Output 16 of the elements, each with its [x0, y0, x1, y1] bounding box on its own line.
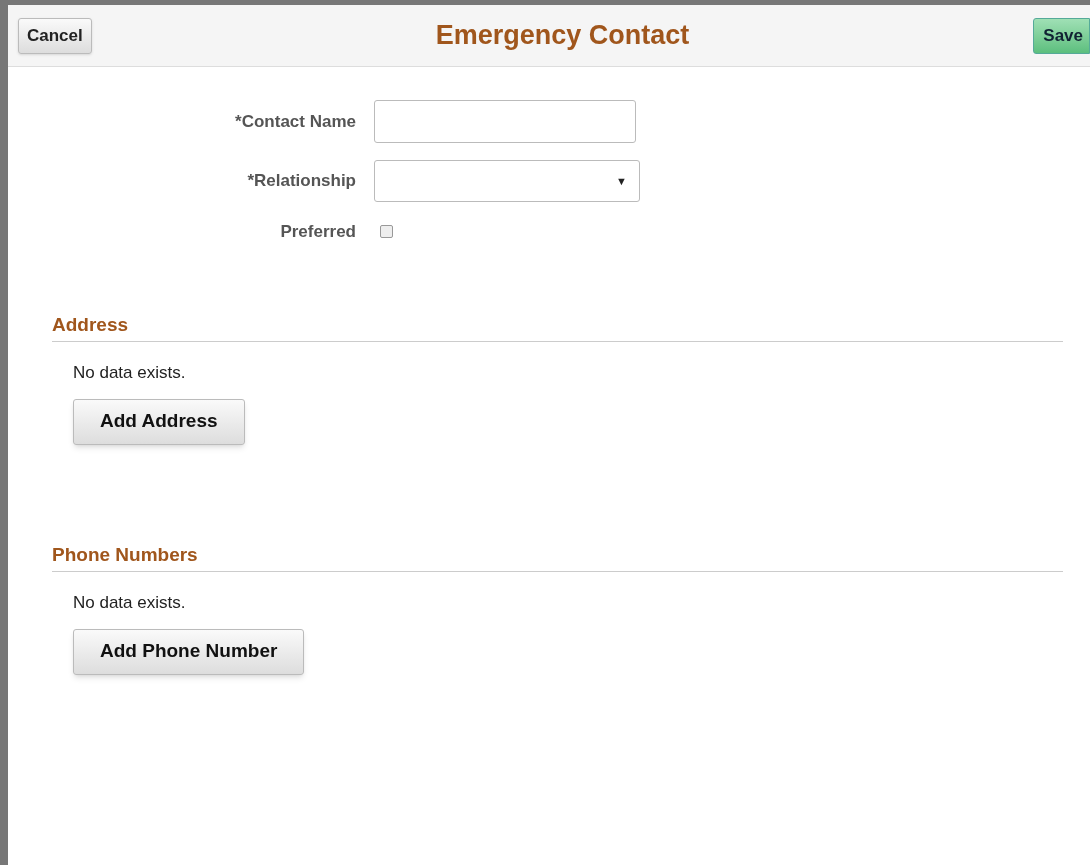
add-button[interactable]: Add Address	[73, 398, 245, 445]
section-heading: Address	[52, 310, 1063, 342]
field-label: *Contact Name	[234, 110, 357, 133]
text-field[interactable]	[374, 100, 636, 143]
cancel-button[interactable]: Cancel	[18, 17, 92, 54]
dropdown-caret: ▼	[616, 173, 628, 189]
add-button[interactable]: Add Phone Number	[73, 628, 305, 675]
section-heading: Phone Numbers	[52, 540, 1063, 572]
checkbox[interactable]	[380, 225, 393, 239]
empty-message: No data exists.	[73, 592, 186, 614]
page-title: Emergency Contact	[435, 19, 690, 53]
empty-message: No data exists.	[73, 362, 186, 384]
select-field[interactable]: ▼	[374, 160, 640, 202]
save-button[interactable]: Save	[1033, 17, 1090, 54]
field-label: *Relationship	[246, 170, 357, 193]
field-label: Preferred	[279, 221, 357, 243]
